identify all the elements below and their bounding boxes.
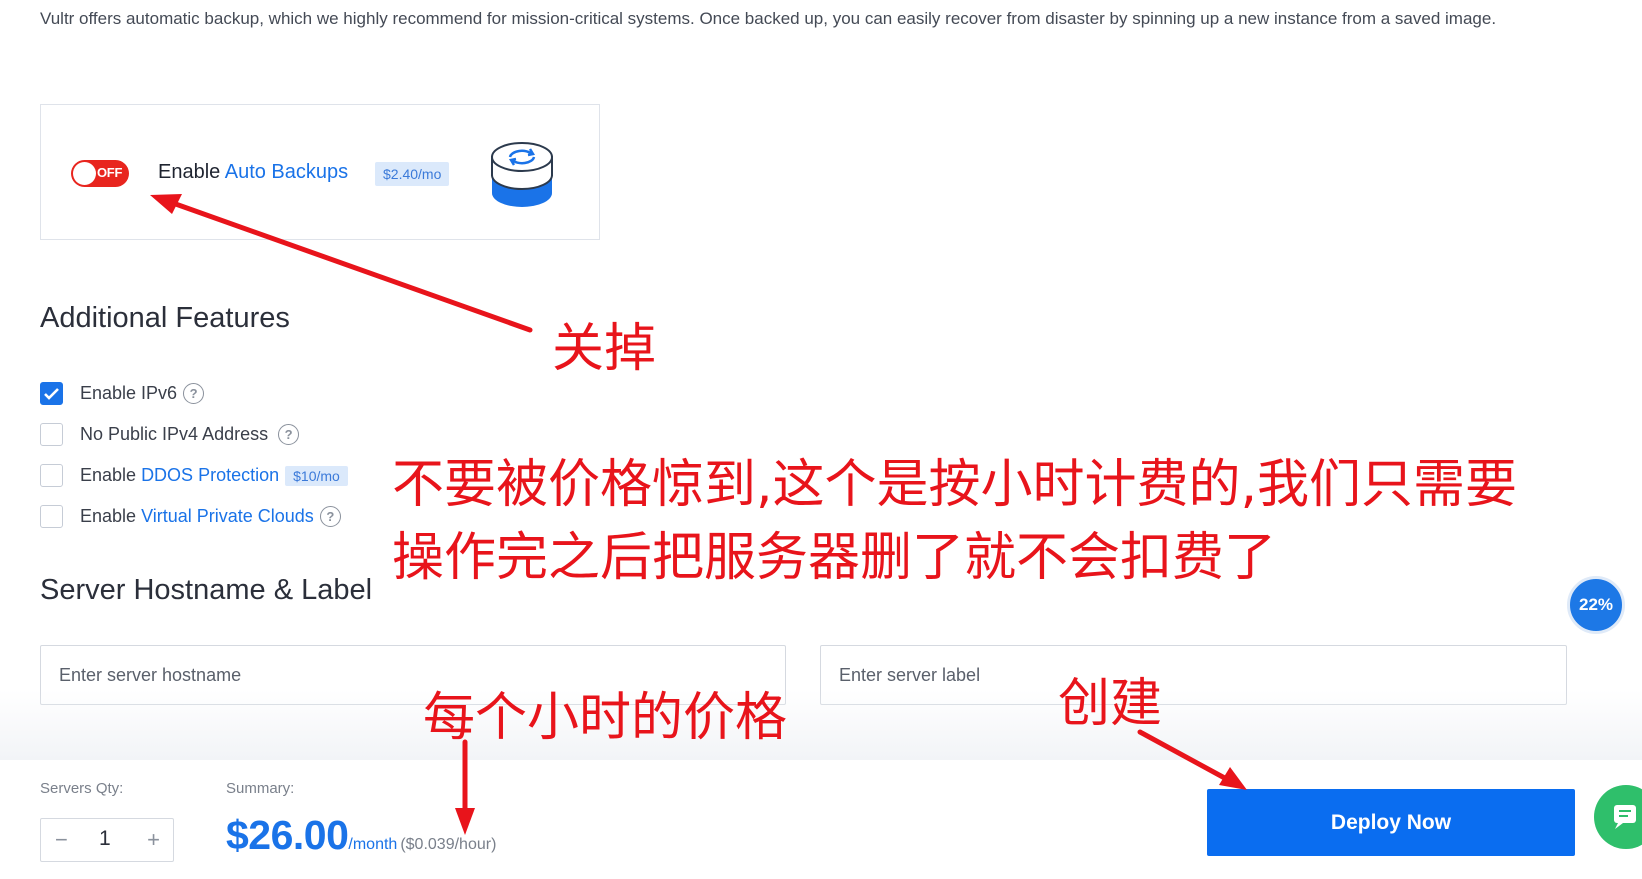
servers-qty-label: Servers Qty: <box>40 780 124 797</box>
auto-backup-toggle[interactable]: OFF <box>71 160 129 187</box>
backup-sync-icon <box>491 142 553 207</box>
ddos-protection-checkbox[interactable] <box>40 464 63 487</box>
auto-backups-link[interactable]: Auto Backups <box>225 161 348 183</box>
vpc-checkbox[interactable] <box>40 505 63 528</box>
toggle-state-text: OFF <box>97 165 123 180</box>
feature-label-text: Enable IPv6 <box>80 383 178 403</box>
no-public-ipv4-checkbox[interactable] <box>40 423 63 446</box>
feature-label: Enable Virtual Private Clouds? <box>80 506 341 527</box>
feature-label: Enable DDOS Protection $10/mo <box>80 465 348 486</box>
servers-qty-stepper: − 1 + <box>40 818 174 862</box>
qty-value[interactable]: 1 <box>99 827 111 851</box>
progress-badge[interactable]: 22% <box>1567 576 1625 634</box>
ipv6-checkbox[interactable] <box>40 382 63 405</box>
additional-features-title: Additional Features <box>40 302 290 334</box>
summary-label: Summary: <box>226 780 295 797</box>
feature-label-text: No Public IPv4 Address <box>80 424 269 444</box>
help-icon[interactable]: ? <box>319 506 341 527</box>
help-icon[interactable]: ? <box>183 383 205 404</box>
hourly-price: ($0.039/hour) <box>400 836 497 853</box>
auto-backup-label: Enable Auto Backups <box>158 161 348 184</box>
ddos-protection-link[interactable]: DDOS Protection <box>141 465 279 485</box>
feature-label: No Public IPv4 Address? <box>80 424 300 445</box>
per-month-unit: /month <box>348 836 398 853</box>
vpc-link[interactable]: Virtual Private Clouds <box>141 506 314 526</box>
backup-intro-text: Vultr offers automatic backup, which we … <box>40 9 1497 28</box>
auto-backup-price-badge: $2.40/mo <box>375 162 450 186</box>
annotation-close-it: 关掉 <box>552 319 656 379</box>
qty-decrement-button[interactable]: − <box>55 827 68 853</box>
chat-icon <box>1614 805 1636 829</box>
auto-backup-label-prefix: Enable <box>158 161 225 183</box>
feature-label-text: Enable <box>80 506 142 526</box>
ddos-price-badge: $10/mo <box>285 466 348 486</box>
footer-fade <box>0 690 1642 760</box>
feature-label: Enable IPv6? <box>80 383 205 404</box>
qty-increment-button[interactable]: + <box>147 827 160 853</box>
chat-button[interactable] <box>1594 785 1642 849</box>
toggle-knob <box>73 162 96 185</box>
hostname-section-title: Server Hostname & Label <box>40 574 373 606</box>
summary-price: $26.00/month ($0.039/hour) <box>226 812 496 859</box>
annotation-note-line2: 操作完之后把服务器删了就不会扣费了 <box>392 528 1276 588</box>
feature-label-text: Enable <box>80 465 142 485</box>
annotation-note-line1: 不要被价格惊到,这个是按小时计费的,我们只需要 <box>392 455 1517 515</box>
deploy-now-button[interactable]: Deploy Now <box>1207 789 1575 856</box>
help-icon[interactable]: ? <box>278 424 300 445</box>
check-icon <box>44 388 59 400</box>
monthly-price: $26.00 <box>226 812 349 858</box>
auto-backup-card: OFF Enable Auto Backups $2.40/mo <box>40 104 600 240</box>
